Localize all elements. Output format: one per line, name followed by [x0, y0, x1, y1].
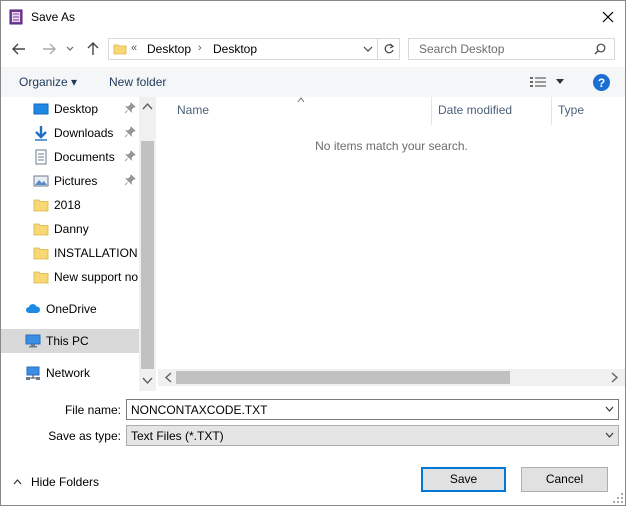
new-folder-button[interactable]: New folder [109, 75, 166, 89]
sidebar-item-label: Network [46, 366, 91, 380]
forward-arrow-icon [43, 43, 56, 55]
hide-folders-label: Hide Folders [31, 475, 100, 489]
scroll-up-icon[interactable] [142, 101, 153, 112]
save-as-type-value: Text Files (*.TXT) [131, 429, 224, 443]
address-bar[interactable]: « Desktop › Desktop [108, 38, 378, 60]
back-button[interactable] [9, 39, 29, 59]
computer-icon [25, 334, 41, 348]
search-input[interactable] [409, 39, 589, 59]
recent-locations-button[interactable] [63, 39, 77, 59]
sidebar-item-2018[interactable]: 2018 [1, 193, 139, 217]
window-title: Save As [31, 10, 76, 24]
resize-grip-icon[interactable] [613, 493, 623, 503]
sidebar-item-documents[interactable]: Documents [1, 145, 139, 169]
file-list: Name Date modified Type No items match y… [158, 97, 625, 391]
scroll-down-icon[interactable] [142, 375, 153, 386]
up-button[interactable] [83, 39, 103, 59]
navigation-pane: Desktop Downloads Documents Pictures 201… [1, 97, 156, 391]
download-arrow-icon [35, 126, 47, 141]
refresh-button[interactable] [378, 38, 400, 60]
column-header-date-modified[interactable]: Date modified [438, 103, 512, 117]
view-details-icon[interactable] [530, 76, 546, 88]
view-options-chevron-icon[interactable] [556, 79, 564, 85]
folder-icon [33, 223, 49, 236]
address-segment-2[interactable]: Desktop [213, 42, 257, 56]
column-divider[interactable] [431, 97, 432, 125]
file-list-horizontal-scrollbar[interactable] [158, 369, 625, 386]
chevron-right-icon[interactable]: › [198, 42, 202, 54]
sidebar-item-new-support[interactable]: New support no [1, 265, 139, 289]
search-box[interactable] [408, 38, 615, 60]
folder-icon [33, 271, 49, 284]
up-arrow-icon [87, 42, 99, 55]
save-as-type-select[interactable]: Text Files (*.TXT) [126, 425, 619, 446]
search-icon[interactable] [594, 43, 606, 55]
sidebar-item-installation[interactable]: INSTALLATION C [1, 241, 139, 265]
document-icon [35, 149, 47, 165]
picture-icon [33, 175, 49, 187]
empty-folder-message: No items match your search. [315, 139, 468, 153]
sort-caret-icon [297, 97, 305, 103]
chevron-down-icon[interactable] [363, 43, 373, 55]
close-button[interactable] [591, 1, 625, 32]
pin-icon[interactable] [124, 102, 136, 114]
folder-icon [33, 199, 49, 212]
pin-icon[interactable] [124, 126, 136, 138]
scroll-right-icon[interactable] [609, 372, 620, 383]
sidebar-item-network[interactable]: Network [1, 361, 139, 385]
sidebar-item-label: Danny [54, 222, 89, 236]
network-icon [26, 366, 40, 380]
back-arrow-icon [12, 43, 25, 55]
pin-icon[interactable] [124, 150, 136, 162]
scroll-left-icon[interactable] [163, 372, 174, 383]
desktop-icon [33, 103, 49, 115]
sidebar-item-onedrive[interactable]: OneDrive [1, 297, 139, 321]
refresh-icon [384, 43, 394, 54]
title-bar: Save As [1, 1, 625, 32]
chevron-down-icon [66, 46, 74, 51]
folder-icon [113, 44, 127, 55]
column-divider[interactable] [551, 97, 552, 125]
column-header-name[interactable]: Name [177, 103, 209, 117]
chevron-down-icon[interactable] [605, 432, 614, 439]
sidebar-item-label: New support no [54, 270, 139, 284]
cancel-button[interactable]: Cancel [521, 467, 608, 492]
sidebar-item-desktop[interactable]: Desktop [1, 97, 139, 121]
sidebar-item-label: INSTALLATION C [54, 246, 139, 260]
help-button[interactable]: ? [593, 74, 610, 91]
pin-icon[interactable] [124, 174, 136, 186]
address-segment-1[interactable]: Desktop [147, 42, 191, 56]
file-name-label: File name: [64, 403, 121, 417]
organize-button[interactable]: Organize ▾ [19, 75, 77, 89]
cloud-icon [26, 304, 41, 313]
save-as-type-label: Save as type: [48, 429, 121, 443]
folder-icon [33, 247, 49, 260]
save-as-dialog: Save As « Desktop › Desktop Search Deskt… [0, 0, 626, 506]
sidebar-item-label: OneDrive [46, 302, 97, 316]
nav-pane-scrollbar[interactable] [139, 97, 156, 391]
chevron-down-icon[interactable] [605, 406, 614, 413]
column-header-type[interactable]: Type [558, 103, 584, 117]
scrollbar-thumb[interactable] [141, 141, 154, 369]
close-icon [602, 11, 614, 22]
file-name-input[interactable] [127, 400, 597, 419]
chevron-up-icon [13, 479, 22, 485]
sidebar-item-pictures[interactable]: Pictures [1, 169, 139, 193]
sidebar-item-downloads[interactable]: Downloads [1, 121, 139, 145]
command-bar: Organize ▾ New folder ? [1, 67, 625, 97]
scrollbar-thumb[interactable] [176, 371, 510, 384]
file-name-combobox[interactable] [126, 399, 619, 420]
sidebar-item-danny[interactable]: Danny [1, 217, 139, 241]
sidebar-item-label: 2018 [54, 198, 81, 212]
forward-button[interactable] [39, 39, 59, 59]
sidebar-item-label: This PC [46, 334, 89, 348]
notepad-app-icon [9, 9, 23, 25]
address-overflow[interactable]: « [131, 42, 137, 54]
sidebar-item-this-pc[interactable]: This PC [1, 329, 139, 353]
save-button[interactable]: Save [421, 467, 506, 492]
